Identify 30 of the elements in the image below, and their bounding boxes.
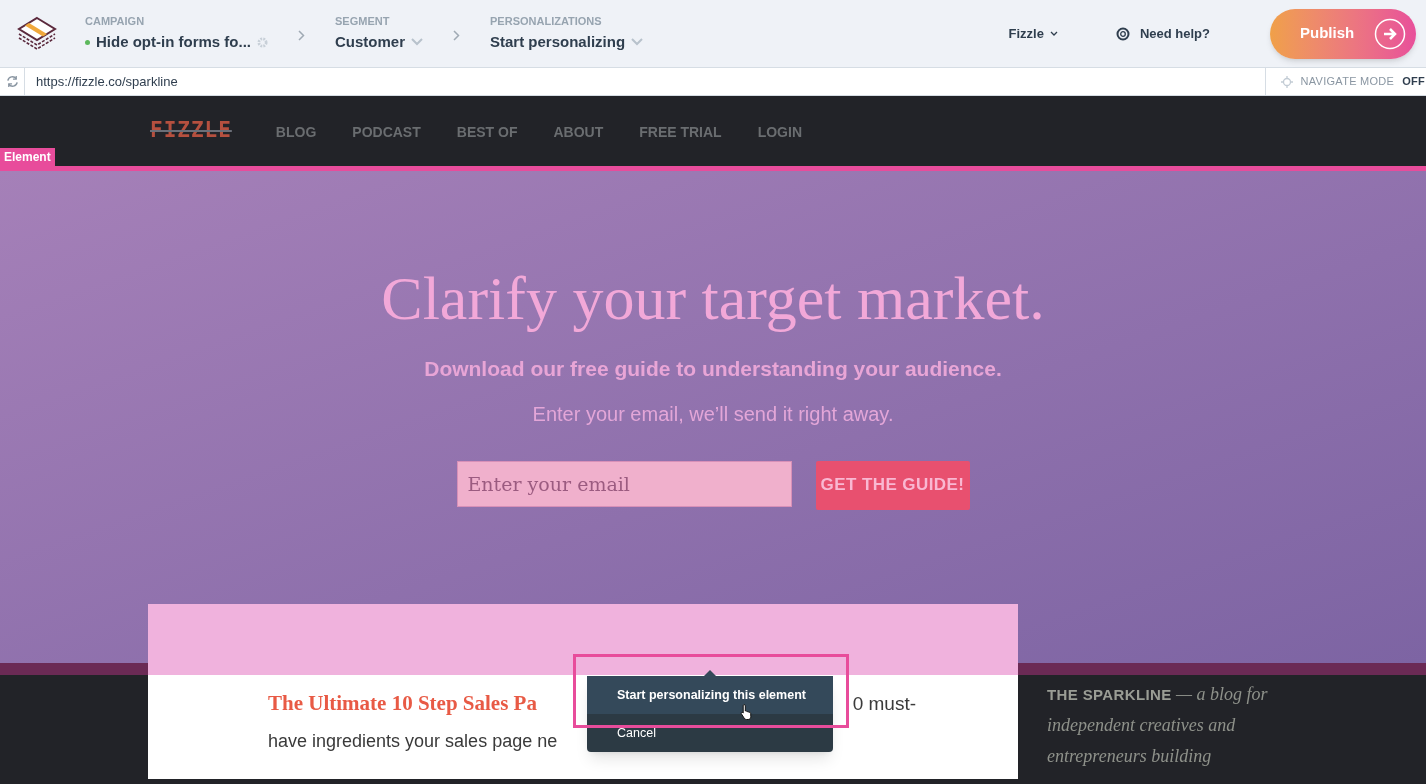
navigate-mode-label: NAVIGATE MODE [1300,74,1395,90]
nav-link[interactable]: BLOG [275,121,317,143]
breadcrumb-label: PERSONALIZATIONS [490,13,603,28]
article-text: 0 must- [852,692,916,716]
article-text: have ingredients your sales page ne [268,729,558,753]
menu-item[interactable]: Start personalizing this element [587,676,833,714]
hero-subtitle: Download our free guide to understanding your audience. [424,356,1002,382]
hero-note: Enter your email, we’ll send it right away. [532,401,894,427]
nav-link[interactable]: BEST OF [456,121,518,143]
dropdown[interactable]: Customer [335,30,423,54]
help-link[interactable]: Need help? [1115,23,1210,44]
nav-link[interactable]: FREE TRIAL [639,121,722,143]
get-guide-button[interactable]: GET THE GUIDE! [815,460,970,510]
email-field[interactable]: Enter your email [456,460,792,507]
account-dropdown[interactable]: Fizzle [1008,23,1058,44]
hero-title: Clarify your target market. [381,263,1045,333]
breadcrumb-label: SEGMENT [335,13,391,28]
article-headline[interactable]: The Ultimate 10 Step Sales Pa [268,688,537,720]
url-field[interactable]: https://fizzle.co/sparkline [36,71,178,92]
nav-link[interactable]: PODCAST [352,121,421,143]
sidebar-text: THE SPARKLINE — a blog for independent creatives and entrepreneurs building [1047,683,1269,768]
breadcrumb-label: CAMPAIGN [85,13,146,28]
publish-button[interactable]: Publish [1270,8,1416,59]
navigate-mode-toggle[interactable]: OFF [1402,73,1426,90]
campaign-name[interactable]: Hide opt-in forms fo... [96,30,251,54]
dropdown[interactable]: Start personalizing [490,30,644,54]
menu-item[interactable]: Cancel [587,714,833,752]
nav-link[interactable]: ABOUT [553,121,604,143]
nav-link[interactable]: LOGIN [757,121,802,143]
element-tag: Element [0,148,55,167]
